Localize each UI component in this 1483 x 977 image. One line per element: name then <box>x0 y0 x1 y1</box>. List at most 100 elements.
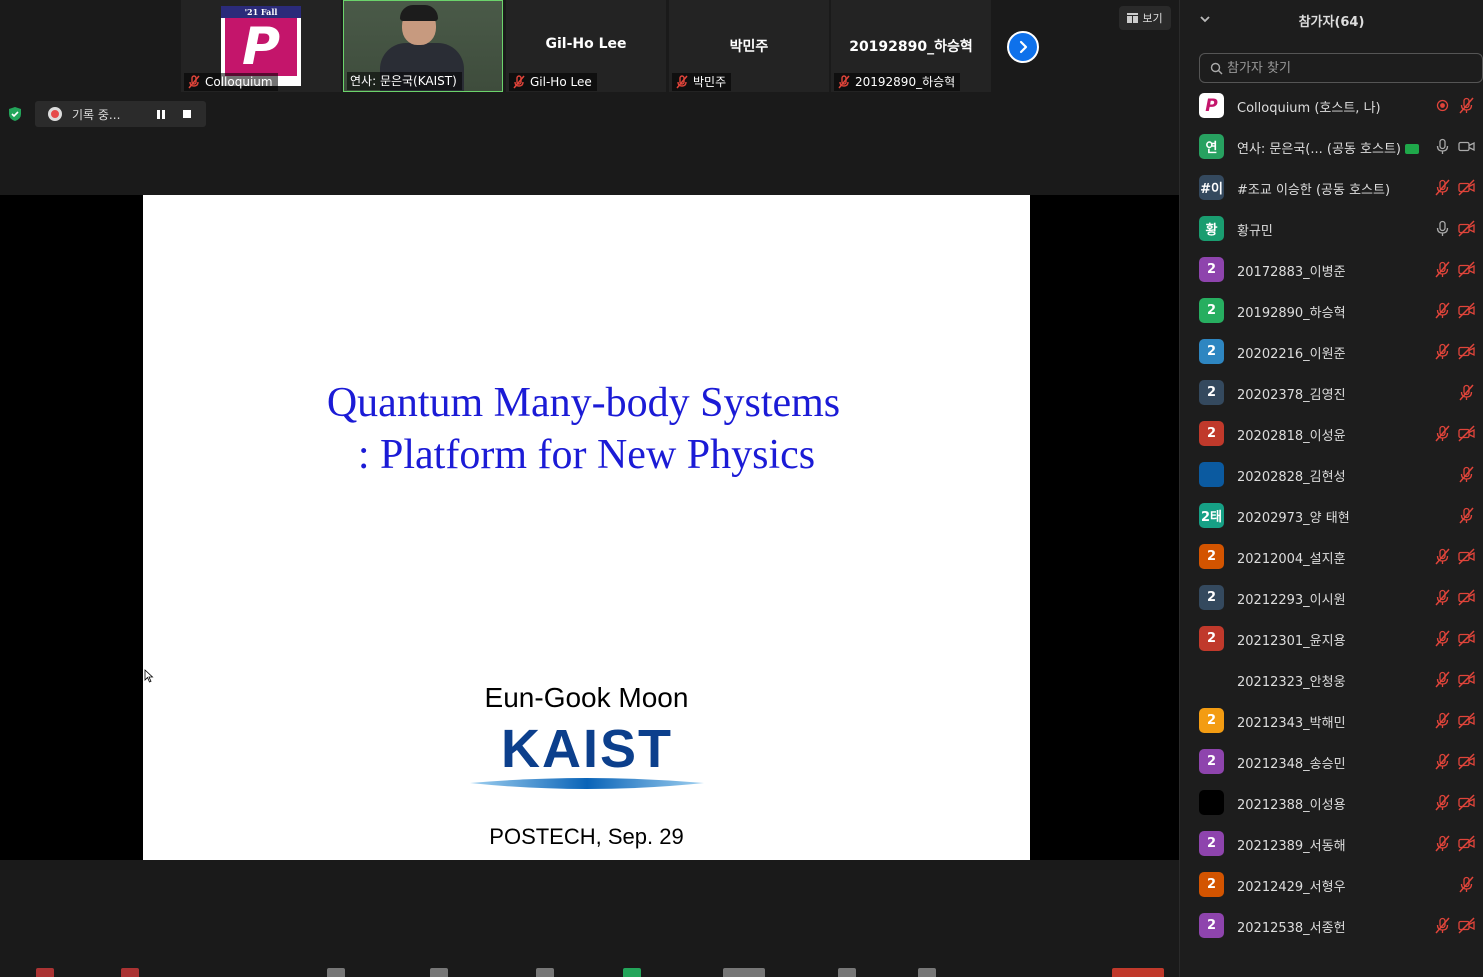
video-tile-park-minju[interactable]: 박민주 박민주 <box>669 0 829 92</box>
camera-off-icon[interactable] <box>1458 753 1475 770</box>
shield-check-icon[interactable] <box>7 106 23 122</box>
next-tiles-button[interactable] <box>1007 31 1039 63</box>
avatar: 2 <box>1199 585 1224 610</box>
participant-search-box[interactable] <box>1199 53 1483 83</box>
participant-name: 20172883_이병준 <box>1237 265 1346 280</box>
view-button[interactable]: 보기 <box>1119 6 1171 30</box>
end-meeting-button[interactable] <box>1112 968 1164 977</box>
record-button[interactable] <box>838 968 856 977</box>
search-input[interactable] <box>1227 60 1467 76</box>
participant-row[interactable]: 2 20212343_박해민 <box>1180 700 1483 741</box>
security-button[interactable] <box>327 968 345 977</box>
video-tile-strip: '21 Fall Colloquium P Colloquium 연사: 문은국… <box>181 0 1041 92</box>
video-tile-colloquium[interactable]: '21 Fall Colloquium P Colloquium <box>181 0 341 92</box>
share-screen-button[interactable] <box>623 968 641 977</box>
avatar <box>1199 667 1224 692</box>
camera-icon[interactable] <box>1458 138 1475 155</box>
reactions-button[interactable] <box>918 968 936 977</box>
mic-muted-icon[interactable] <box>1458 384 1475 401</box>
participant-row[interactable]: 20212323_안청웅 <box>1180 659 1483 700</box>
record-icon[interactable] <box>1434 97 1451 114</box>
slide-title: Quantum Many-body Systems : Platform for… <box>326 380 841 478</box>
stop-recording-button[interactable] <box>180 107 194 121</box>
camera-off-icon[interactable] <box>1458 917 1475 934</box>
participant-row[interactable]: 2 20212301_윤지용 <box>1180 618 1483 659</box>
mic-muted-icon[interactable] <box>1434 261 1451 278</box>
polls-button[interactable] <box>723 968 765 977</box>
mic-muted-icon[interactable] <box>1434 630 1451 647</box>
mic-icon[interactable] <box>1434 138 1451 155</box>
mic-muted-icon[interactable] <box>1458 507 1475 524</box>
mic-muted-icon[interactable] <box>1434 835 1451 852</box>
start-video-button[interactable] <box>121 968 139 977</box>
tile-name-label: Colloquium <box>184 73 278 91</box>
avatar: 연 <box>1199 134 1224 159</box>
tile-display-name: 박민주 <box>729 39 769 55</box>
camera-off-icon[interactable] <box>1458 589 1475 606</box>
participant-row[interactable]: 2 20212538_서종헌 <box>1180 905 1483 946</box>
camera-off-icon[interactable] <box>1458 630 1475 647</box>
mic-muted-icon[interactable] <box>1458 466 1475 483</box>
participant-row[interactable]: 2 20212293_이시원 <box>1180 577 1483 618</box>
mic-muted-icon[interactable] <box>1434 712 1451 729</box>
participant-row[interactable]: 연 연사: 문은국(... (공동 호스트) <box>1180 126 1483 167</box>
mic-muted-icon[interactable] <box>1458 876 1475 893</box>
mic-muted-icon[interactable] <box>1434 794 1451 811</box>
camera-off-icon[interactable] <box>1458 671 1475 688</box>
participant-row[interactable]: 2 20202818_이성윤 <box>1180 413 1483 454</box>
mic-muted-icon[interactable] <box>1434 671 1451 688</box>
participant-row[interactable]: 2 20202216_이원준 <box>1180 331 1483 372</box>
avatar: 2 <box>1199 913 1224 938</box>
mic-icon[interactable] <box>1434 220 1451 237</box>
pause-recording-button[interactable] <box>154 107 168 121</box>
mic-muted-icon[interactable] <box>1434 753 1451 770</box>
participant-row[interactable]: 2 20202378_김영진 <box>1180 372 1483 413</box>
mic-muted-icon[interactable] <box>1434 343 1451 360</box>
pause-icon <box>157 109 165 119</box>
participant-name: 20212538_서종헌 <box>1237 921 1346 936</box>
participant-row[interactable]: 2 20212429_서형우 <box>1180 864 1483 905</box>
camera-off-icon[interactable] <box>1458 794 1475 811</box>
camera-off-icon[interactable] <box>1458 220 1475 237</box>
tile-display-name: Gil-Ho Lee <box>545 36 627 52</box>
camera-off-icon[interactable] <box>1458 302 1475 319</box>
participant-row[interactable]: 2 20192890_하승혁 <box>1180 290 1483 331</box>
mic-muted-icon[interactable] <box>1458 97 1475 114</box>
mic-muted-icon[interactable] <box>1434 179 1451 196</box>
mic-muted-icon[interactable] <box>1434 425 1451 442</box>
slide-author: Eun-Gook Moon <box>484 682 689 713</box>
video-tile-20192890[interactable]: 20192890_하승혁 20192890_하승혁 <box>831 0 991 92</box>
participant-row[interactable]: P Colloquium (호스트, 나) <box>1180 85 1483 126</box>
camera-off-icon[interactable] <box>1458 835 1475 852</box>
video-tile-gil-ho-lee[interactable]: Gil-Ho Lee Gil-Ho Lee <box>506 0 666 92</box>
camera-off-icon[interactable] <box>1458 712 1475 729</box>
camera-off-icon[interactable] <box>1458 425 1475 442</box>
participants-button[interactable] <box>430 968 448 977</box>
camera-off-icon[interactable] <box>1458 179 1475 196</box>
mic-muted-icon[interactable] <box>1434 917 1451 934</box>
tile-name-label: 박민주 <box>672 73 732 91</box>
mic-muted-icon[interactable] <box>1434 589 1451 606</box>
participant-name: 20202378_김영진 <box>1237 388 1346 403</box>
participant-name: 20212348_송승민 <box>1237 757 1346 772</box>
chat-button[interactable] <box>536 968 554 977</box>
mic-muted-icon[interactable] <box>1434 302 1451 319</box>
participant-row[interactable]: 20202828_김현성 <box>1180 454 1483 495</box>
participant-row[interactable]: 황 황규민 <box>1180 208 1483 249</box>
mute-button[interactable] <box>36 968 54 977</box>
participant-row[interactable]: #이 #조교 이승한 (공동 호스트) <box>1180 167 1483 208</box>
zoom-meeting-window: '21 Fall Colloquium P Colloquium 연사: 문은국… <box>0 0 1483 977</box>
recording-status-text: 기록 중... <box>72 107 121 122</box>
video-tile-speaker[interactable]: 연사: 문은국(KAIST) <box>343 0 503 92</box>
participant-row[interactable]: 2태 20202973_양 태현 <box>1180 495 1483 536</box>
camera-off-icon[interactable] <box>1458 548 1475 565</box>
participant-row[interactable]: 20212388_이성용 <box>1180 782 1483 823</box>
participant-row[interactable]: 2 20172883_이병준 <box>1180 249 1483 290</box>
participant-name: 20212429_서형우 <box>1237 880 1346 895</box>
mic-muted-icon[interactable] <box>1434 548 1451 565</box>
participant-row[interactable]: 2 20212004_설지훈 <box>1180 536 1483 577</box>
camera-off-icon[interactable] <box>1458 343 1475 360</box>
camera-off-icon[interactable] <box>1458 261 1475 278</box>
participant-row[interactable]: 2 20212348_송승민 <box>1180 741 1483 782</box>
participant-row[interactable]: 2 20212389_서동해 <box>1180 823 1483 864</box>
